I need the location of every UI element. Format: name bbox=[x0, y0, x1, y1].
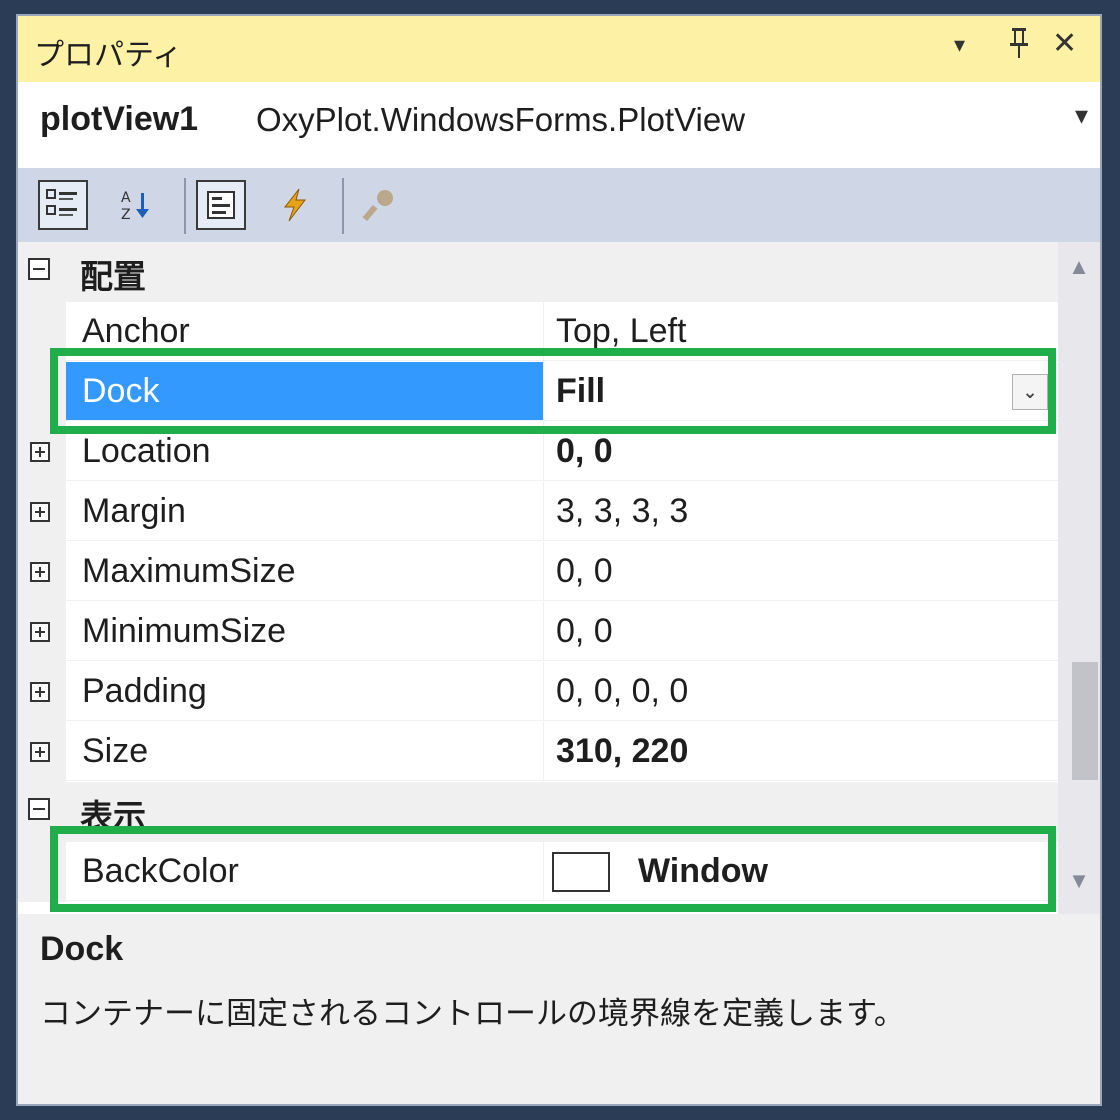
vertical-scrollbar[interactable]: ▲ ▼ bbox=[1058, 242, 1100, 914]
property-grid: 配置 Anchor Top, Left Dock Fill ⌄ Location… bbox=[18, 242, 1058, 914]
property-name[interactable]: MinimumSize bbox=[66, 602, 544, 661]
property-value[interactable]: Fill ⌄ bbox=[544, 362, 1058, 421]
expand-icon[interactable] bbox=[30, 622, 50, 642]
property-value[interactable]: 310, 220 bbox=[544, 722, 1058, 781]
category-label: 配置 bbox=[80, 258, 146, 295]
row-gutter bbox=[18, 302, 66, 362]
categorized-icon[interactable] bbox=[38, 180, 88, 230]
property-name[interactable]: Margin bbox=[66, 482, 544, 541]
object-selector[interactable]: plotView1 OxyPlot.WindowsForms.PlotView … bbox=[18, 82, 1100, 168]
property-row-minimumsize[interactable]: MinimumSize 0, 0 bbox=[18, 602, 1058, 662]
scroll-thumb[interactable] bbox=[1072, 662, 1098, 780]
property-value[interactable]: 0, 0 bbox=[544, 422, 1058, 481]
dropdown-chevron-icon[interactable]: ⌄ bbox=[1012, 374, 1048, 410]
pin-icon[interactable] bbox=[1006, 26, 1032, 68]
property-name[interactable]: BackColor bbox=[66, 842, 544, 901]
svg-text:Z: Z bbox=[121, 207, 131, 223]
description-text: コンテナーに固定されるコントロールの境界線を定義します。 bbox=[40, 996, 905, 1031]
row-gutter bbox=[18, 482, 66, 542]
property-name[interactable]: MaximumSize bbox=[66, 542, 544, 601]
property-value[interactable]: 0, 0 bbox=[544, 542, 1058, 601]
property-row-backcolor[interactable]: BackColor Window bbox=[18, 842, 1058, 902]
backcolor-value-text: Window bbox=[638, 852, 768, 890]
title-bar[interactable]: プロパティ ▾ ✕ bbox=[18, 16, 1100, 83]
property-row-location[interactable]: Location 0, 0 bbox=[18, 422, 1058, 482]
row-gutter bbox=[18, 422, 66, 482]
row-gutter bbox=[18, 362, 66, 422]
expand-icon[interactable] bbox=[30, 742, 50, 762]
panel-title: プロパティ bbox=[34, 39, 183, 72]
collapse-icon[interactable] bbox=[28, 258, 50, 280]
expand-icon[interactable] bbox=[30, 442, 50, 462]
property-name[interactable]: Location bbox=[66, 422, 544, 481]
row-gutter bbox=[18, 722, 66, 782]
property-value[interactable]: 0, 0 bbox=[544, 602, 1058, 661]
category-layout[interactable]: 配置 bbox=[18, 242, 1058, 302]
property-row-dock[interactable]: Dock Fill ⌄ bbox=[18, 362, 1058, 422]
property-name[interactable]: Padding bbox=[66, 662, 544, 721]
property-name[interactable]: Size bbox=[66, 722, 544, 781]
property-value[interactable]: Top, Left bbox=[544, 302, 1058, 361]
property-row-anchor[interactable]: Anchor Top, Left bbox=[18, 302, 1058, 362]
dock-value-text: Fill bbox=[556, 372, 606, 410]
row-gutter bbox=[18, 542, 66, 602]
property-row-maximumsize[interactable]: MaximumSize 0, 0 bbox=[18, 542, 1058, 602]
property-row-margin[interactable]: Margin 3, 3, 3, 3 bbox=[18, 482, 1058, 542]
scroll-down-icon[interactable]: ▼ bbox=[1058, 868, 1100, 894]
property-toolbar: A Z bbox=[18, 168, 1100, 242]
description-pane: Dock コンテナーに固定されるコントロールの境界線を定義します。 bbox=[18, 914, 1100, 1104]
close-icon[interactable]: ✕ bbox=[1052, 26, 1077, 61]
row-gutter bbox=[18, 602, 66, 662]
row-gutter bbox=[18, 662, 66, 722]
category-appearance[interactable]: 表示 bbox=[18, 782, 1058, 842]
alphabetical-icon[interactable]: A Z bbox=[112, 180, 162, 230]
property-row-size[interactable]: Size 310, 220 bbox=[18, 722, 1058, 782]
property-name[interactable]: Dock bbox=[66, 362, 544, 421]
color-swatch bbox=[552, 852, 610, 892]
svg-text:A: A bbox=[121, 190, 131, 206]
expand-icon[interactable] bbox=[30, 562, 50, 582]
property-value[interactable]: Window bbox=[544, 842, 1058, 901]
properties-icon[interactable] bbox=[196, 180, 246, 230]
object-selector-chevron-icon[interactable]: ▾ bbox=[1075, 100, 1088, 131]
property-name[interactable]: Anchor bbox=[66, 302, 544, 361]
property-value[interactable]: 0, 0, 0, 0 bbox=[544, 662, 1058, 721]
window-menu-chevron-icon[interactable]: ▾ bbox=[954, 32, 965, 58]
scroll-up-icon[interactable]: ▲ bbox=[1058, 254, 1100, 280]
properties-panel: プロパティ ▾ ✕ plotView1 OxyPlot.WindowsForms… bbox=[16, 14, 1102, 1106]
property-value[interactable]: 3, 3, 3, 3 bbox=[544, 482, 1058, 541]
row-gutter bbox=[18, 842, 66, 902]
object-name: plotView1 bbox=[40, 100, 199, 138]
collapse-icon[interactable] bbox=[28, 798, 50, 820]
toolbar-separator bbox=[184, 178, 186, 234]
expand-icon[interactable] bbox=[30, 502, 50, 522]
category-label: 表示 bbox=[80, 798, 146, 835]
expand-icon[interactable] bbox=[30, 682, 50, 702]
property-row-padding[interactable]: Padding 0, 0, 0, 0 bbox=[18, 662, 1058, 722]
events-icon[interactable] bbox=[270, 180, 320, 230]
toolbar-separator bbox=[342, 178, 344, 234]
object-type: OxyPlot.WindowsForms.PlotView bbox=[256, 101, 746, 138]
property-pages-icon[interactable] bbox=[354, 180, 404, 230]
description-title: Dock bbox=[40, 930, 124, 968]
